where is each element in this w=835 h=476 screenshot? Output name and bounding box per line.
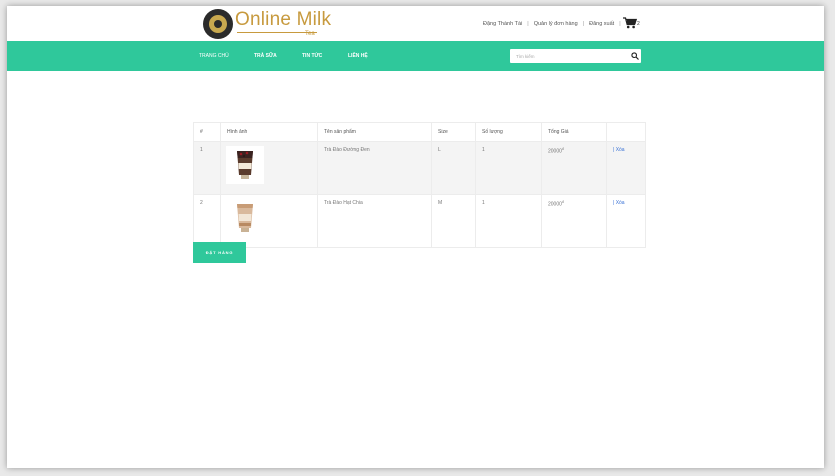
row-image-cell	[220, 141, 318, 195]
header: Online Milk Tea Đặng Thành Tài | Quản lý…	[7, 6, 824, 41]
delete-link[interactable]: | Xóa	[613, 147, 625, 153]
row-action-cell: | Xóa	[606, 194, 646, 248]
user-link[interactable]: Đặng Thành Tài	[483, 21, 522, 27]
search-icon[interactable]	[631, 52, 639, 60]
page: Online Milk Tea Đặng Thành Tài | Quản lý…	[7, 6, 824, 468]
price-value: 20000	[548, 201, 562, 208]
separator: |	[582, 21, 585, 27]
row-product-name: Trà Đào Đường Đen	[317, 141, 432, 195]
row-size: M	[431, 194, 476, 248]
nav-news[interactable]: TIN TỨC	[302, 53, 322, 59]
row-quantity: 1	[475, 194, 542, 248]
logo-text: Online Milk Tea	[235, 9, 332, 37]
table-row: 1 Trà Đào Đường Đen L 1 20000đ | Xóa	[193, 141, 646, 195]
col-action	[606, 122, 646, 142]
nav-milk-tea[interactable]: TRÀ SỮA	[254, 53, 277, 59]
currency-symbol: đ	[561, 147, 564, 151]
price-value: 20000	[548, 148, 562, 155]
row-index: 1	[193, 141, 221, 195]
row-size: L	[431, 141, 476, 195]
row-price: 20000đ	[541, 141, 607, 195]
table-row: 2 Trà Đào Hạt Chia M 1 20000đ | Xóa	[193, 194, 646, 248]
cart-count: 2	[637, 21, 640, 27]
product-image	[226, 146, 264, 184]
cart-icon[interactable]	[623, 17, 637, 29]
top-links: Đặng Thành Tài | Quản lý đơn hàng | Đăng…	[483, 21, 626, 27]
place-order-button[interactable]: ĐẶT HÀNG	[193, 242, 246, 263]
nav-contact[interactable]: LIÊN HỆ	[348, 53, 368, 59]
row-image-cell	[220, 194, 318, 248]
col-total: Tổng Giá	[541, 122, 607, 142]
col-index: #	[193, 122, 221, 142]
row-index: 2	[193, 194, 221, 248]
col-product: Tên sản phẩm	[317, 122, 432, 142]
cart-table: # Hình ảnh Tên sản phẩm Size Số lượng Tổ…	[193, 122, 646, 248]
row-product-name: Trà Đào Hạt Chia	[317, 194, 432, 248]
product-image	[226, 199, 264, 237]
nav-home[interactable]: TRANG CHỦ	[199, 53, 229, 59]
nav-bar: TRANG CHỦ TRÀ SỮA TIN TỨC LIÊN HỆ	[7, 41, 824, 71]
logo-subtitle: Tea	[305, 31, 315, 37]
separator: |	[619, 21, 621, 27]
logout-link[interactable]: Đăng xuất	[589, 21, 614, 27]
table-header-row: # Hình ảnh Tên sản phẩm Size Số lượng Tổ…	[193, 122, 646, 142]
search-box	[510, 49, 641, 63]
col-image: Hình ảnh	[220, 122, 318, 142]
separator: |	[527, 21, 529, 27]
row-quantity: 1	[475, 141, 542, 195]
col-quantity: Số lượng	[475, 122, 542, 142]
logo-badge-icon	[203, 9, 233, 39]
row-action-cell: | Xóa	[606, 141, 646, 195]
row-price: 20000đ	[541, 194, 607, 248]
col-size: Size	[431, 122, 476, 142]
logo-title: Online Milk	[235, 9, 332, 30]
delete-link[interactable]: | Xóa	[613, 200, 625, 206]
orders-link[interactable]: Quản lý đơn hàng	[534, 21, 578, 27]
search-input[interactable]	[510, 49, 628, 63]
currency-symbol: đ	[561, 200, 564, 204]
logo[interactable]: Online Milk Tea	[203, 9, 331, 39]
